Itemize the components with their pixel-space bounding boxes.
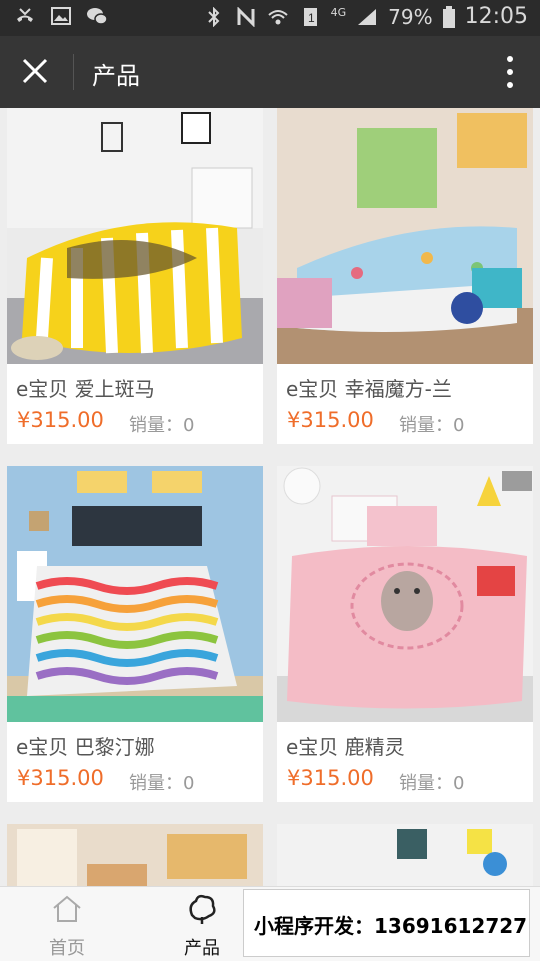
tab-home-label: 首页	[49, 938, 85, 959]
product-name: e宝贝 爱上斑马	[16, 377, 155, 401]
product-image[interactable]	[277, 466, 533, 722]
tab-home[interactable]: 首页	[12, 887, 122, 961]
product-price: ¥315.00	[287, 408, 374, 432]
product-sales: 销量：0	[399, 415, 465, 436]
sim-icon: 1	[303, 7, 317, 26]
network-type: 4G	[330, 6, 347, 19]
signal-icon	[358, 8, 377, 25]
product-card[interactable]: e宝贝 鹿精灵 ¥315.00 销量：0	[277, 466, 533, 802]
cotton-icon	[189, 894, 216, 924]
product-name: e宝贝 鹿精灵	[286, 735, 405, 759]
product-price: ¥315.00	[17, 408, 104, 432]
svg-text:1: 1	[308, 11, 315, 25]
battery-icon	[442, 5, 455, 28]
top-navbar: 产品	[0, 36, 540, 108]
contact-banner: 小程序开发：13691612727	[243, 889, 530, 957]
product-image[interactable]	[7, 466, 263, 722]
wechat-icon	[87, 8, 108, 25]
product-name: e宝贝 幸福魔方-兰	[286, 377, 452, 401]
wifi-icon	[267, 9, 288, 24]
status-bar: 1 4G 79% 12:05	[0, 0, 540, 36]
product-image[interactable]	[7, 108, 263, 364]
page-title: 产品	[92, 62, 140, 90]
product-card[interactable]	[277, 824, 533, 886]
product-price: ¥315.00	[17, 766, 104, 790]
product-sales: 销量：0	[129, 415, 195, 436]
bluetooth-icon	[207, 6, 220, 27]
nfc-icon	[237, 6, 255, 27]
tab-products-label: 产品	[184, 938, 220, 959]
product-image[interactable]	[7, 824, 263, 886]
close-icon[interactable]	[16, 52, 56, 92]
clock: 12:05	[464, 4, 528, 29]
product-sales: 销量：0	[129, 773, 195, 794]
contact-banner-text: 小程序开发：13691612727	[254, 914, 528, 938]
product-name: e宝贝 巴黎汀娜	[16, 735, 155, 759]
product-image[interactable]	[277, 108, 533, 364]
product-card[interactable]: e宝贝 巴黎汀娜 ¥315.00 销量：0	[7, 466, 263, 802]
home-icon	[53, 895, 81, 922]
missed-call-icon	[17, 8, 33, 22]
product-price: ¥315.00	[287, 766, 374, 790]
product-card[interactable]	[7, 824, 263, 886]
tab-products[interactable]: 产品	[147, 887, 257, 961]
battery-percent: 79%	[388, 4, 433, 29]
product-grid: e宝贝 爱上斑马 ¥315.00 销量：0 e宝贝 幸福魔方-兰 ¥315.00	[0, 108, 540, 886]
product-sales: 销量：0	[399, 773, 465, 794]
product-card[interactable]: e宝贝 爱上斑马 ¥315.00 销量：0	[7, 108, 263, 444]
gallery-icon	[51, 7, 71, 25]
product-card[interactable]: e宝贝 幸福魔方-兰 ¥315.00 销量：0	[277, 108, 533, 444]
more-options-icon[interactable]	[502, 54, 518, 90]
product-image[interactable]	[277, 824, 533, 886]
nav-divider	[73, 54, 74, 90]
